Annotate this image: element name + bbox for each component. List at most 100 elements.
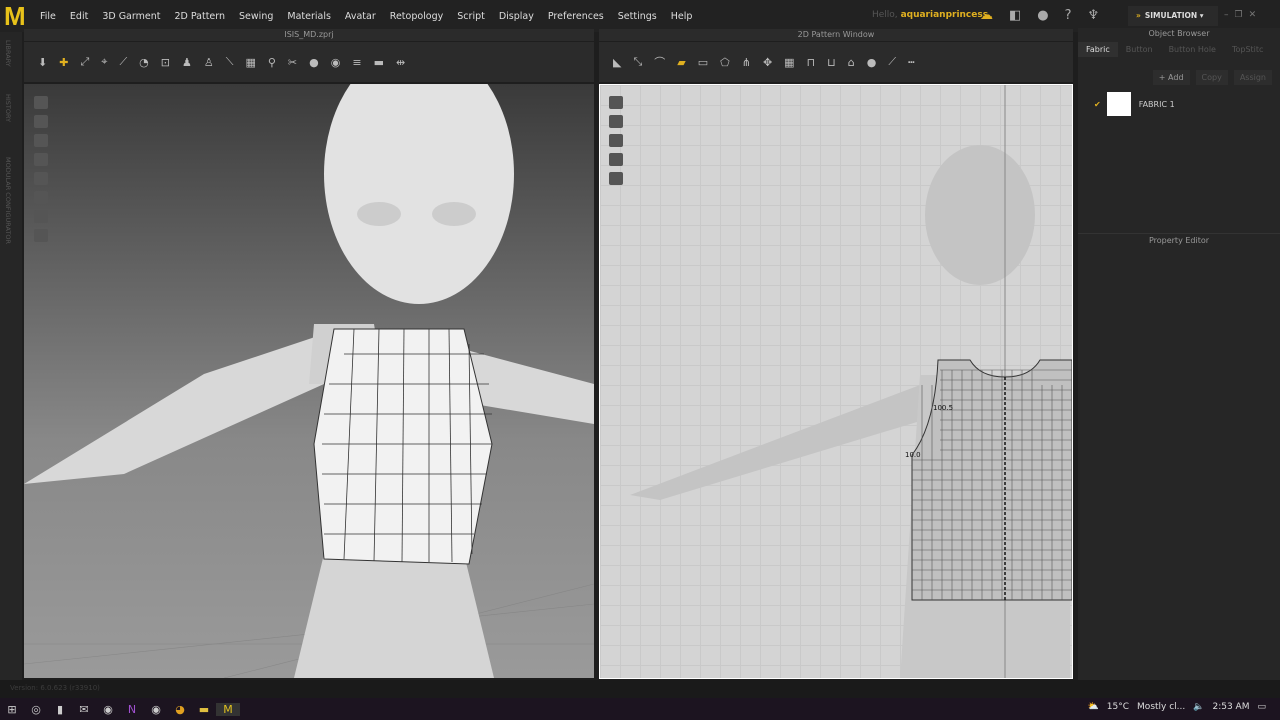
garment-icon[interactable]: ♆ bbox=[1088, 8, 1100, 23]
menu-preferences[interactable]: Preferences bbox=[548, 11, 604, 22]
menu-display[interactable]: Display bbox=[499, 11, 534, 22]
view-tool-icon[interactable] bbox=[34, 172, 48, 185]
view-tool-icon[interactable] bbox=[34, 153, 48, 166]
speaker-icon[interactable]: ◧ bbox=[1009, 8, 1021, 23]
dashed-line-icon[interactable]: ┅ bbox=[908, 56, 915, 69]
pin-icon[interactable]: ⌖ bbox=[101, 55, 107, 69]
view-tool-icon[interactable] bbox=[34, 229, 48, 242]
fold-icon[interactable]: ◔ bbox=[139, 56, 149, 69]
app2-icon[interactable]: ◉ bbox=[144, 703, 168, 716]
add-button[interactable]: + Add bbox=[1152, 70, 1190, 85]
menu-3d-garment[interactable]: 3D Garment bbox=[102, 11, 160, 22]
menu-settings[interactable]: Settings bbox=[618, 11, 657, 22]
shirt-icon[interactable]: ♟ bbox=[182, 56, 192, 69]
measure-icon[interactable]: ⟍ bbox=[226, 55, 234, 69]
onenote-icon[interactable]: N bbox=[120, 703, 144, 716]
tab-fabric[interactable]: Fabric bbox=[1078, 42, 1118, 57]
3d-garment-viewport[interactable] bbox=[24, 84, 594, 678]
weather-temp[interactable]: 15°C bbox=[1107, 702, 1129, 712]
help-icon[interactable]: ? bbox=[1065, 8, 1072, 23]
buttonhole-icon[interactable]: ◉ bbox=[331, 56, 341, 69]
zipper-icon[interactable]: ≡ bbox=[352, 56, 361, 69]
username[interactable]: aquarianprincess bbox=[901, 10, 989, 20]
folder-icon[interactable]: ▰ bbox=[677, 56, 685, 69]
simulate-icon[interactable]: ⬇ bbox=[38, 56, 47, 69]
button-icon[interactable]: ● bbox=[309, 56, 319, 69]
system-tray: ⛅ 15°C Mostly cl... 🔈 2:53 AM ▭ bbox=[1088, 702, 1266, 712]
view-tool-icon[interactable] bbox=[34, 210, 48, 223]
mail-icon[interactable]: ✉ bbox=[72, 703, 96, 716]
tab-button[interactable]: Button bbox=[1118, 42, 1161, 57]
pin-2d-icon[interactable]: ✥ bbox=[763, 56, 772, 69]
page-tool-icon[interactable] bbox=[609, 153, 623, 166]
menu-avatar[interactable]: Avatar bbox=[345, 11, 376, 22]
transform-pattern-icon[interactable]: ◣ bbox=[613, 56, 621, 69]
menu-sewing[interactable]: Sewing bbox=[239, 11, 273, 22]
history-tab[interactable]: HISTORY bbox=[4, 94, 12, 122]
menu-2d-pattern[interactable]: 2D Pattern bbox=[174, 11, 225, 22]
segment-sew-icon[interactable]: ⊓ bbox=[807, 56, 816, 69]
copy-button[interactable]: Copy bbox=[1195, 70, 1228, 85]
view-tool-icon[interactable] bbox=[34, 134, 48, 147]
edit-tool-icon[interactable] bbox=[609, 115, 623, 128]
grid-icon[interactable]: ▦ bbox=[245, 56, 255, 69]
chrome-icon[interactable]: ◕ bbox=[168, 703, 192, 716]
marvelous-designer-icon[interactable]: M bbox=[216, 702, 240, 716]
fabric-list-item[interactable]: ✔ FABRIC 1 bbox=[1078, 90, 1280, 118]
notes-icon[interactable]: ▮ bbox=[48, 703, 72, 716]
free-sew-icon[interactable]: ⊔ bbox=[827, 56, 836, 69]
close-icon[interactable]: ✕ bbox=[1249, 10, 1257, 20]
cloud-icon[interactable]: ☁ bbox=[980, 8, 993, 23]
obs-icon[interactable]: ◎ bbox=[24, 703, 48, 716]
dart-icon[interactable]: ⋔ bbox=[742, 56, 751, 69]
tuck-icon[interactable]: ✂ bbox=[288, 56, 297, 69]
pen-tool-icon[interactable] bbox=[609, 96, 623, 109]
minimize-icon[interactable]: – bbox=[1224, 10, 1229, 20]
windows-start-icon[interactable]: ⊞ bbox=[0, 703, 24, 716]
user-icon[interactable]: ● bbox=[1037, 8, 1048, 23]
rectangle-icon[interactable]: ▭ bbox=[698, 56, 708, 69]
info-tool-icon[interactable] bbox=[609, 134, 623, 147]
menu-script[interactable]: Script bbox=[457, 11, 485, 22]
weather-icon[interactable]: ⛅ bbox=[1088, 702, 1099, 712]
topstitch-icon[interactable]: ▬ bbox=[374, 56, 384, 69]
transform-icon[interactable]: ⤢ bbox=[80, 55, 89, 69]
topstitch-2d-icon[interactable]: ⟋ bbox=[888, 55, 896, 69]
curve-icon[interactable]: ⌒ bbox=[654, 54, 665, 70]
edit-point-icon[interactable]: ⤡ bbox=[633, 55, 642, 69]
library-tab[interactable]: LIBRARY bbox=[4, 40, 12, 67]
2d-pattern-viewport[interactable]: 100.5 10.0 bbox=[599, 84, 1073, 679]
tab-topstitch[interactable]: TopStitc bbox=[1224, 42, 1271, 57]
avatar-icon[interactable]: ♙ bbox=[204, 56, 214, 69]
menu-file[interactable]: File bbox=[40, 11, 56, 22]
view-tool-icon[interactable] bbox=[34, 191, 48, 204]
arrangement-icon[interactable]: ⊡ bbox=[161, 56, 170, 69]
split-icon[interactable]: ⇹ bbox=[396, 56, 405, 69]
modular-configurator-tab[interactable]: MODULAR CONFIGURATOR bbox=[4, 157, 12, 244]
button-2d-icon[interactable]: ● bbox=[867, 56, 877, 69]
sew-icon[interactable]: ⟋ bbox=[119, 55, 127, 69]
walk-icon[interactable]: ⚲ bbox=[268, 56, 276, 69]
polygon-icon[interactable]: ⬠ bbox=[720, 56, 730, 69]
grid-2d-icon[interactable]: ▦ bbox=[784, 56, 794, 69]
layer-tool-icon[interactable] bbox=[609, 172, 623, 185]
volume-icon[interactable]: 🔈 bbox=[1193, 702, 1204, 712]
weather-desc[interactable]: Mostly cl... bbox=[1137, 702, 1185, 712]
menu-edit[interactable]: Edit bbox=[70, 11, 88, 22]
select-move-icon[interactable]: ✚ bbox=[59, 56, 68, 69]
app-icon[interactable]: ◉ bbox=[96, 703, 120, 716]
view-tool-icon[interactable] bbox=[34, 115, 48, 128]
tab-button-hole[interactable]: Button Hole bbox=[1161, 42, 1224, 57]
menu-retopology[interactable]: Retopology bbox=[390, 11, 444, 22]
menu-materials[interactable]: Materials bbox=[287, 11, 331, 22]
assign-button[interactable]: Assign bbox=[1233, 70, 1272, 85]
notifications-icon[interactable]: ▭ bbox=[1257, 702, 1266, 712]
mode-dropdown[interactable]: » SIMULATION ▾ bbox=[1128, 6, 1218, 26]
file-explorer-icon[interactable]: ▬ bbox=[192, 703, 216, 716]
view-tool-icon[interactable] bbox=[34, 96, 48, 109]
restore-icon[interactable]: ❐ bbox=[1235, 10, 1243, 20]
eye-left bbox=[357, 202, 401, 226]
clock[interactable]: 2:53 AM bbox=[1212, 702, 1249, 712]
fold-2d-icon[interactable]: ⌂ bbox=[848, 56, 855, 69]
menu-help[interactable]: Help bbox=[671, 11, 693, 22]
